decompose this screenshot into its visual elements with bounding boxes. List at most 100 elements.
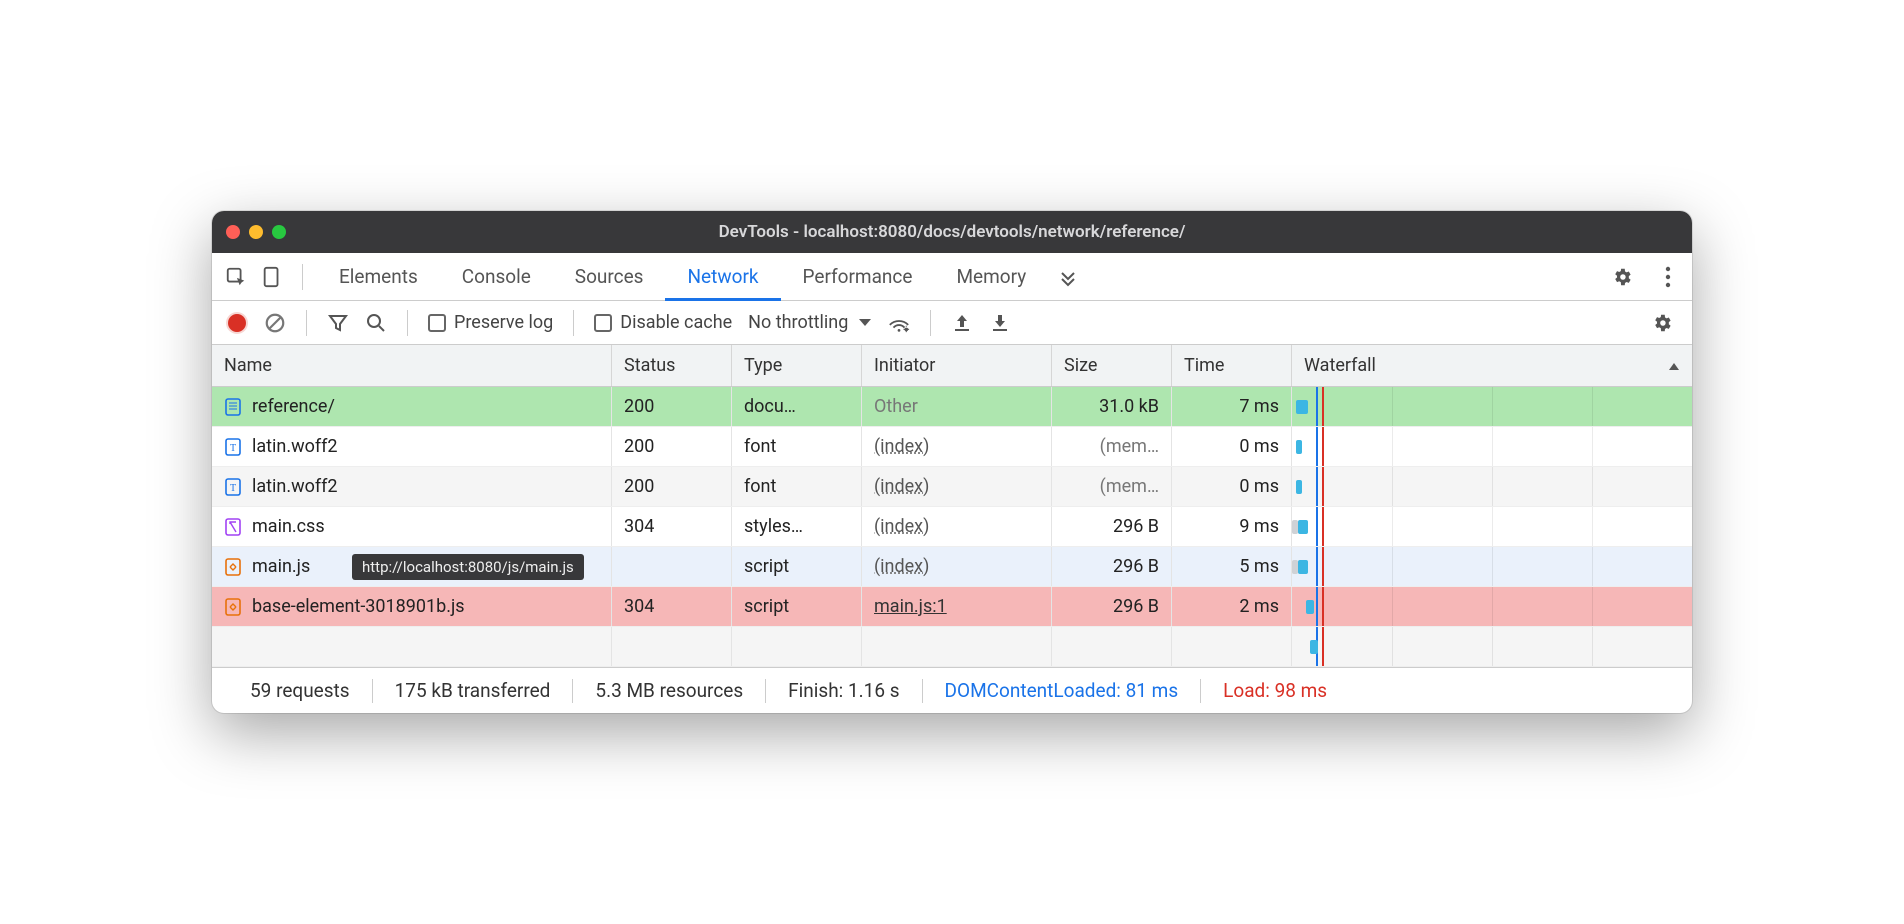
request-name: reference/ bbox=[252, 396, 335, 417]
table-row[interactable]: base-element-3018901b.js 304 script main… bbox=[212, 587, 1692, 627]
initiator-link[interactable]: (index) bbox=[874, 516, 929, 537]
cell-waterfall bbox=[1292, 507, 1692, 546]
cell-name[interactable]: base-element-3018901b.js bbox=[212, 587, 612, 626]
col-name[interactable]: Name bbox=[212, 345, 612, 386]
cell-time: 7 ms bbox=[1172, 387, 1292, 426]
cell-waterfall bbox=[1292, 467, 1692, 506]
cell-type: docu… bbox=[732, 387, 862, 426]
tab-performance[interactable]: Performance bbox=[781, 253, 935, 301]
status-load: Load: 98 ms bbox=[1201, 679, 1349, 702]
table-row[interactable]: T latin.woff2 200 font (index) (mem… 0 m… bbox=[212, 427, 1692, 467]
divider bbox=[407, 310, 408, 336]
col-time[interactable]: Time bbox=[1172, 345, 1292, 386]
cell-size: (mem… bbox=[1052, 467, 1172, 506]
minimize-window-button[interactable] bbox=[249, 225, 263, 239]
url-tooltip: http://localhost:8080/js/main.js bbox=[352, 554, 584, 580]
throttling-label: No throttling bbox=[748, 312, 848, 333]
status-transferred: 175 kB transferred bbox=[373, 679, 573, 702]
tab-elements[interactable]: Elements bbox=[317, 253, 440, 301]
cell-name[interactable]: main.js http://localhost:8080/js/main.js bbox=[212, 547, 612, 586]
table-row[interactable]: reference/ 200 docu… Other 31.0 kB 7 ms bbox=[212, 387, 1692, 427]
preserve-log-checkbox[interactable]: Preserve log bbox=[428, 312, 553, 333]
table-row[interactable]: main.css 304 styles… (index) 296 B 9 ms bbox=[212, 507, 1692, 547]
cell-time: 5 ms bbox=[1172, 547, 1292, 586]
status-domcontentloaded: DOMContentLoaded: 81 ms bbox=[923, 679, 1201, 702]
file-type-icon: T bbox=[224, 478, 242, 496]
cell-name[interactable]: main.css bbox=[212, 507, 612, 546]
network-toolbar: Preserve log Disable cache No throttling bbox=[212, 301, 1692, 345]
disable-cache-label: Disable cache bbox=[620, 312, 732, 333]
cell-time: 0 ms bbox=[1172, 467, 1292, 506]
file-type-icon bbox=[224, 398, 242, 416]
svg-text:T: T bbox=[230, 483, 236, 494]
initiator-link[interactable]: (index) bbox=[874, 556, 929, 577]
cell-time: 9 ms bbox=[1172, 507, 1292, 546]
cell-waterfall bbox=[1292, 587, 1692, 626]
cell-type: script bbox=[732, 587, 862, 626]
tab-memory[interactable]: Memory bbox=[934, 253, 1048, 301]
initiator-link[interactable]: (index) bbox=[874, 436, 929, 457]
filter-icon[interactable] bbox=[327, 312, 349, 334]
close-window-button[interactable] bbox=[226, 225, 240, 239]
record-button[interactable] bbox=[226, 312, 248, 334]
throttling-select[interactable]: No throttling bbox=[748, 312, 872, 333]
divider bbox=[302, 264, 303, 290]
col-status[interactable]: Status bbox=[612, 345, 732, 386]
network-conditions-icon[interactable] bbox=[888, 312, 910, 334]
cell-name[interactable]: T latin.woff2 bbox=[212, 467, 612, 506]
table-row[interactable]: main.js http://localhost:8080/js/main.js… bbox=[212, 547, 1692, 587]
file-type-icon bbox=[224, 558, 242, 576]
cell-name[interactable]: reference/ bbox=[212, 387, 612, 426]
sort-asc-icon bbox=[1668, 361, 1680, 371]
cell-size: 296 B bbox=[1052, 507, 1172, 546]
col-size[interactable]: Size bbox=[1052, 345, 1172, 386]
cell-initiator: (index) bbox=[862, 547, 1052, 586]
kebab-menu-icon[interactable] bbox=[1652, 253, 1684, 301]
cell-size: 296 B bbox=[1052, 547, 1172, 586]
cell-status: 200 bbox=[612, 467, 732, 506]
cell-type: script bbox=[732, 547, 862, 586]
svg-text:T: T bbox=[230, 443, 236, 454]
more-tabs-icon[interactable] bbox=[1052, 253, 1084, 301]
devtools-window: DevTools - localhost:8080/docs/devtools/… bbox=[212, 211, 1692, 713]
upload-har-icon[interactable] bbox=[951, 312, 973, 334]
tab-network[interactable]: Network bbox=[665, 253, 780, 301]
table-row[interactable]: T latin.woff2 200 font (index) (mem… 0 m… bbox=[212, 467, 1692, 507]
cell-initiator: (index) bbox=[862, 467, 1052, 506]
clear-icon[interactable] bbox=[264, 312, 286, 334]
initiator-link[interactable]: main.js:1 bbox=[874, 596, 947, 617]
divider bbox=[306, 310, 307, 336]
download-har-icon[interactable] bbox=[989, 312, 1011, 334]
initiator-text: Other bbox=[874, 396, 918, 417]
preserve-log-label: Preserve log bbox=[454, 312, 553, 333]
maximize-window-button[interactable] bbox=[272, 225, 286, 239]
panel-settings-gear-icon[interactable] bbox=[1646, 299, 1678, 347]
table-header-row: Name Status Type Initiator Size Time Wat… bbox=[212, 345, 1692, 387]
settings-gear-icon[interactable] bbox=[1606, 253, 1638, 301]
cell-size: (mem… bbox=[1052, 427, 1172, 466]
cell-name[interactable]: T latin.woff2 bbox=[212, 427, 612, 466]
disable-cache-checkbox[interactable]: Disable cache bbox=[594, 312, 732, 333]
inspect-element-icon[interactable] bbox=[220, 253, 252, 301]
col-type[interactable]: Type bbox=[732, 345, 862, 386]
col-initiator[interactable]: Initiator bbox=[862, 345, 1052, 386]
status-finish: Finish: 1.16 s bbox=[766, 679, 921, 702]
cell-type: font bbox=[732, 467, 862, 506]
cell-initiator: (index) bbox=[862, 507, 1052, 546]
initiator-link[interactable]: (index) bbox=[874, 476, 929, 497]
device-toolbar-icon[interactable] bbox=[256, 253, 288, 301]
table-row bbox=[212, 627, 1692, 667]
tab-sources[interactable]: Sources bbox=[553, 253, 666, 301]
file-type-icon: T bbox=[224, 438, 242, 456]
request-name: base-element-3018901b.js bbox=[252, 596, 465, 617]
search-icon[interactable] bbox=[365, 312, 387, 334]
col-waterfall[interactable]: Waterfall bbox=[1292, 345, 1692, 386]
status-requests: 59 requests bbox=[228, 679, 372, 702]
tab-console[interactable]: Console bbox=[440, 253, 553, 301]
dropdown-triangle-icon bbox=[858, 318, 872, 328]
cell-waterfall bbox=[1292, 427, 1692, 466]
cell-size: 31.0 kB bbox=[1052, 387, 1172, 426]
cell-status bbox=[612, 547, 732, 586]
window-title: DevTools - localhost:8080/docs/devtools/… bbox=[212, 222, 1692, 242]
cell-time: 0 ms bbox=[1172, 427, 1292, 466]
